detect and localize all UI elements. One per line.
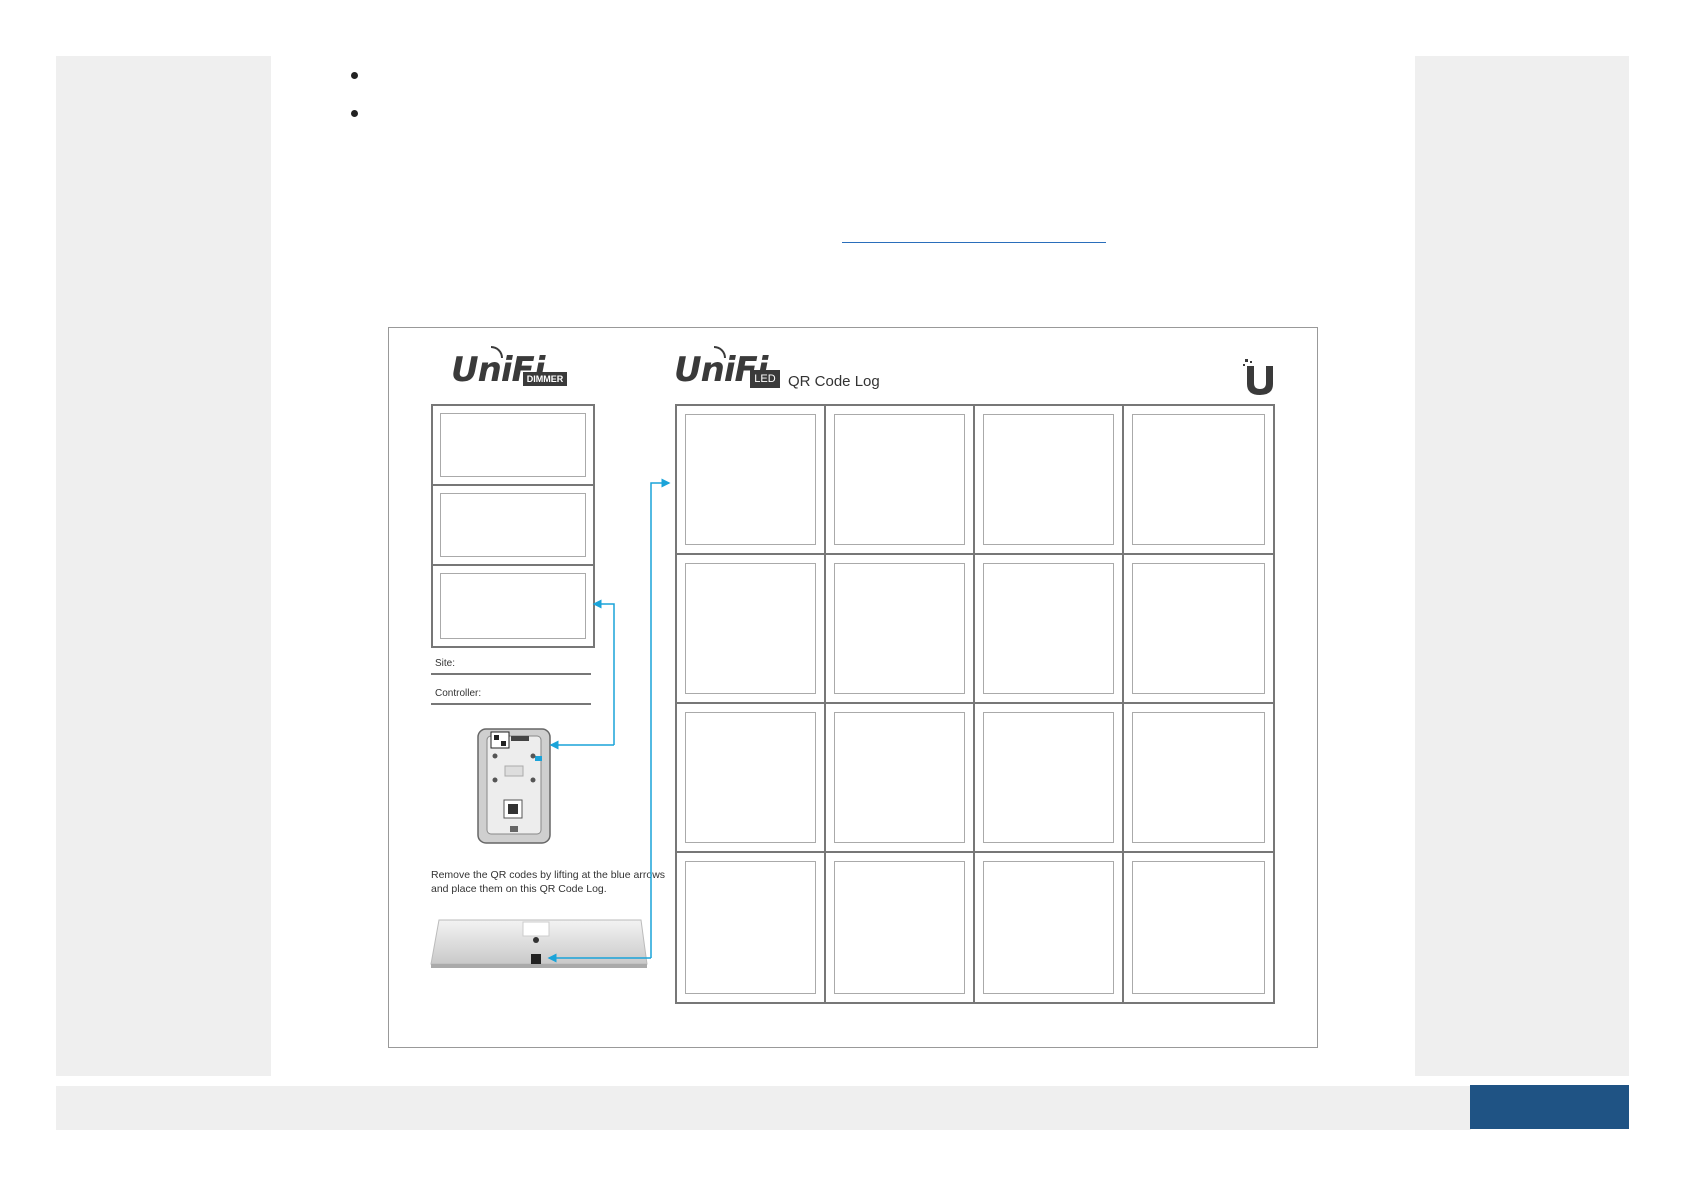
right-margin-panel xyxy=(1415,56,1629,1076)
led-qr-slot xyxy=(677,704,826,853)
led-qr-slot xyxy=(975,406,1124,555)
left-margin-panel xyxy=(56,56,271,1076)
led-qr-slot xyxy=(1124,406,1273,555)
dimmer-qr-slots xyxy=(431,404,595,648)
instructions-text: Remove the QR codes by lifting at the bl… xyxy=(431,869,666,895)
controller-line xyxy=(431,703,591,705)
site-line xyxy=(431,673,591,675)
led-qr-slot xyxy=(1124,555,1273,704)
bullet-point xyxy=(351,72,358,79)
led-qr-slot xyxy=(975,555,1124,704)
led-qr-slot xyxy=(826,704,975,853)
dimmer-device-illustration xyxy=(477,728,551,844)
dimmer-arrow xyxy=(592,599,615,745)
led-qr-slot xyxy=(826,555,975,704)
led-qr-slot xyxy=(975,704,1124,853)
led-panel-illustration xyxy=(430,919,648,968)
controller-label: Controller: xyxy=(435,688,482,699)
led-qr-slot xyxy=(677,853,826,1002)
dimmer-qr-slot xyxy=(433,486,593,566)
led-qr-slot xyxy=(1124,853,1273,1002)
site-label: Site: xyxy=(435,658,456,669)
qr-code-log-figure: UniFi DIMMER UniFi LED QR Code Log Site:… xyxy=(388,327,1318,1048)
led-qr-slot xyxy=(826,406,975,555)
qr-code-log-title: QR Code Log xyxy=(788,373,880,390)
led-qr-slot xyxy=(677,555,826,704)
hyperlink[interactable] xyxy=(842,242,1106,243)
dimmer-qr-slot xyxy=(433,406,593,486)
footer-nav-button[interactable] xyxy=(1470,1085,1629,1129)
led-qr-slot xyxy=(1124,704,1273,853)
ubiquiti-u-logo-icon xyxy=(1243,359,1273,395)
led-qr-slot xyxy=(677,406,826,555)
led-qr-code-grid xyxy=(675,404,1275,1004)
led-qr-slot xyxy=(826,853,975,1002)
dimmer-badge: DIMMER xyxy=(523,372,567,386)
footer-bar xyxy=(56,1086,1471,1130)
wifi-icon xyxy=(714,346,726,358)
led-qr-slot xyxy=(975,853,1124,1002)
wifi-icon xyxy=(491,346,503,358)
dimmer-qr-slot xyxy=(433,566,593,646)
bullet-point xyxy=(351,110,358,117)
led-badge: LED xyxy=(750,370,780,388)
